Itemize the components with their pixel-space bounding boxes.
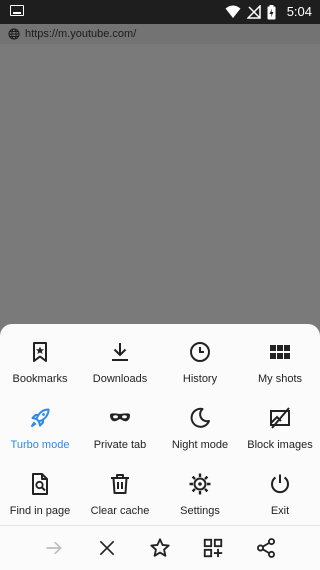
no-image-icon xyxy=(270,407,290,429)
menu-item-label: Clear cache xyxy=(90,505,150,517)
add-bookmark-button[interactable] xyxy=(147,535,173,561)
notification-icon xyxy=(10,5,24,16)
menu-item-history[interactable]: History xyxy=(160,336,240,402)
wifi-icon xyxy=(225,5,241,18)
gear-icon xyxy=(189,473,211,495)
trash-icon xyxy=(111,474,129,494)
close-menu-button[interactable] xyxy=(94,535,120,561)
status-time: 5:04 xyxy=(286,4,312,19)
bookmark-star-icon xyxy=(33,342,47,362)
star-icon xyxy=(150,538,170,557)
status-bar: 5:04 xyxy=(0,0,320,24)
menu-item-private-tab[interactable]: Private tab xyxy=(80,402,160,468)
moon-icon xyxy=(190,407,210,428)
clock-icon xyxy=(190,342,210,362)
forward-arrow-icon xyxy=(46,541,63,555)
share-button[interactable] xyxy=(253,535,279,561)
menu-item-label: Find in page xyxy=(9,505,71,517)
menu-item-label: Downloads xyxy=(92,373,148,385)
add-to-apps-button[interactable] xyxy=(200,535,226,561)
rocket-icon xyxy=(30,408,50,428)
close-icon xyxy=(99,540,115,556)
menu-item-label: My shots xyxy=(257,373,302,385)
add-apps-icon xyxy=(203,538,222,558)
battery-charging-icon xyxy=(267,4,276,19)
menu-item-my-shots[interactable]: My shots xyxy=(240,336,320,402)
menu-item-label: Turbo mode xyxy=(10,439,70,451)
menu-row: Bookmarks Downloads History My shots xyxy=(0,336,320,402)
menu-item-turbo-mode[interactable]: Turbo mode xyxy=(0,402,80,468)
menu-row: Turbo mode Private tab Night mode Block … xyxy=(0,402,320,468)
menu-item-night-mode[interactable]: Night mode xyxy=(160,402,240,468)
mask-icon xyxy=(110,413,130,422)
url-text: https://m.youtube.com/ xyxy=(25,28,137,40)
menu-item-label: Block images xyxy=(247,439,313,451)
url-bar[interactable]: https://m.youtube.com/ xyxy=(0,24,320,44)
menu-item-block-images[interactable]: Block images xyxy=(240,402,320,468)
find-in-page-icon xyxy=(32,473,48,495)
bottom-toolbar xyxy=(0,526,320,570)
menu-grid: Bookmarks Downloads History My shots Tur… xyxy=(0,336,320,534)
no-signal-icon xyxy=(247,5,261,19)
share-icon xyxy=(256,538,275,558)
menu-item-label: History xyxy=(182,373,218,385)
menu-item-label: Bookmarks xyxy=(12,373,68,385)
menu-item-label: Settings xyxy=(180,505,220,517)
menu-item-downloads[interactable]: Downloads xyxy=(80,336,160,402)
forward-button[interactable] xyxy=(41,535,67,561)
globe-icon xyxy=(8,28,20,40)
browser-menu-sheet: Bookmarks Downloads History My shots Tur… xyxy=(0,324,320,570)
menu-item-label: Exit xyxy=(270,505,290,517)
menu-item-label: Night mode xyxy=(171,439,229,451)
menu-item-label: Private tab xyxy=(93,439,147,451)
menu-item-bookmarks[interactable]: Bookmarks xyxy=(0,336,80,402)
grid-icon xyxy=(270,345,290,359)
power-icon xyxy=(271,474,289,494)
download-icon xyxy=(112,343,128,361)
